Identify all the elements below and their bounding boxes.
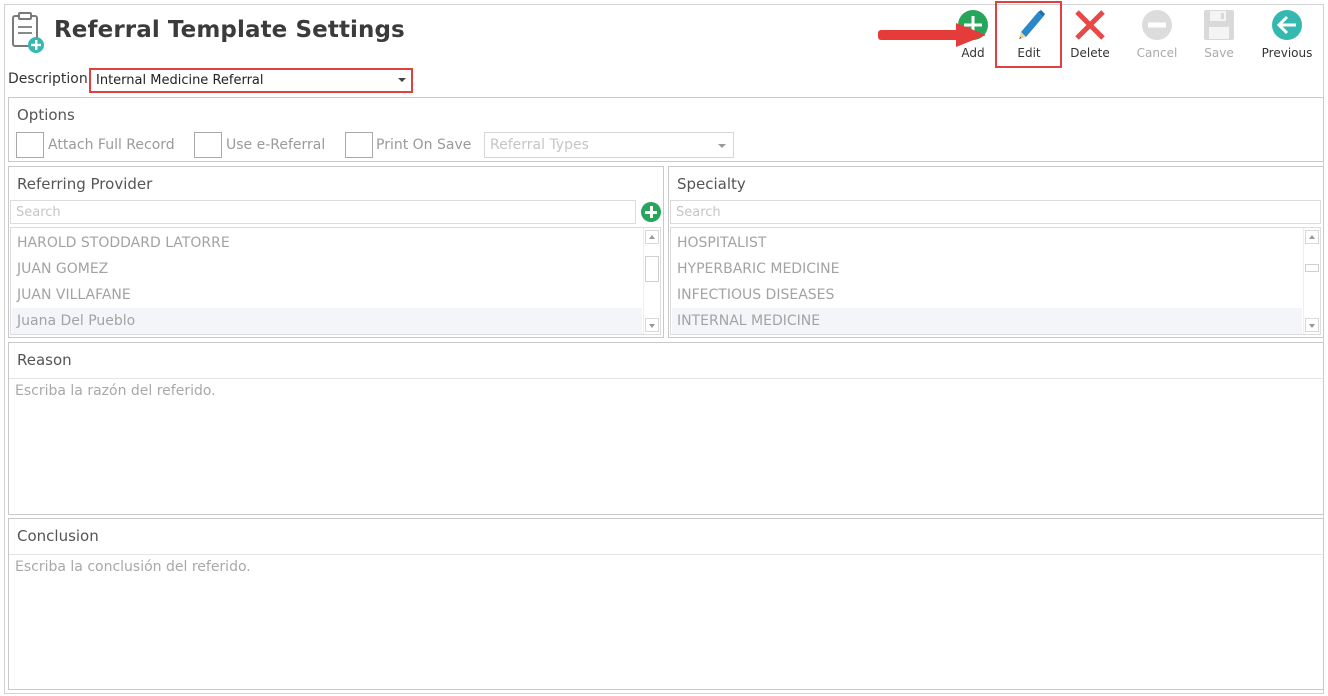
chevron-down-icon xyxy=(718,144,726,148)
list-item[interactable]: HAROLD STODDARD LATORRE xyxy=(12,230,642,256)
specialty-title: Specialty xyxy=(677,175,746,193)
cancel-label: Cancel xyxy=(1136,46,1178,60)
provider-name: Juana Del Pueblo xyxy=(17,313,136,329)
cancel-button[interactable]: Cancel xyxy=(1127,6,1187,62)
description-label: Description: xyxy=(8,71,93,87)
scroll-down-icon[interactable] xyxy=(645,318,659,332)
specialty-name: INFECTIOUS DISEASES xyxy=(677,287,835,303)
list-item[interactable]: JUAN VILLAFANE xyxy=(12,282,642,308)
reason-textarea[interactable]: Escriba la razón del referido. xyxy=(9,378,1323,514)
previous-button[interactable]: Previous xyxy=(1257,6,1317,62)
save-label: Save xyxy=(1204,46,1234,60)
reason-panel: Reason Escriba la razón del referido. xyxy=(8,342,1324,515)
referring-provider-title: Referring Provider xyxy=(17,175,153,193)
specialty-name: INTERNAL MEDICINE xyxy=(677,313,821,329)
edit-highlight xyxy=(995,1,1062,68)
scroll-thumb[interactable] xyxy=(645,256,659,282)
specialty-search-placeholder: Search xyxy=(676,205,721,220)
clipboard-add-icon xyxy=(12,12,44,53)
description-value: Internal Medicine Referral xyxy=(96,73,264,88)
description-select[interactable]: Internal Medicine Referral xyxy=(93,72,410,90)
attach-full-record-label: Attach Full Record xyxy=(48,137,175,153)
provider-name: JUAN GOMEZ xyxy=(17,261,109,277)
cancel-icon xyxy=(1142,10,1172,40)
page-title: Referral Template Settings xyxy=(54,17,405,43)
use-e-referral-checkbox[interactable] xyxy=(194,132,222,158)
specialty-name: HOSPITALIST xyxy=(677,235,767,251)
chevron-down-icon xyxy=(398,78,406,82)
floppy-disk-icon xyxy=(1204,10,1234,40)
scroll-thumb[interactable] xyxy=(1305,264,1319,272)
print-on-save-label: Print On Save xyxy=(376,137,472,153)
list-item[interactable]: HOSPITALIST xyxy=(672,230,1302,256)
specialty-list: HOSPITALIST HYPERBARIC MEDICINE INFECTIO… xyxy=(670,227,1321,335)
delete-label: Delete xyxy=(1070,46,1110,60)
list-item[interactable]: JUAN GOMEZ xyxy=(12,256,642,282)
specialty-name: HYPERBARIC MEDICINE xyxy=(677,261,840,277)
add-provider-icon[interactable] xyxy=(641,202,661,222)
specialty-search-input[interactable]: Search xyxy=(670,200,1321,224)
scroll-up-icon[interactable] xyxy=(645,230,659,244)
provider-search-input[interactable]: Search xyxy=(10,200,636,224)
referral-types-placeholder: Referral Types xyxy=(490,137,589,153)
conclusion-title: Conclusion xyxy=(17,527,99,545)
list-item[interactable]: HYPERBARIC MEDICINE xyxy=(672,256,1302,282)
specialty-scrollbar[interactable] xyxy=(1303,228,1319,334)
conclusion-placeholder: Escriba la conclusión del referido. xyxy=(15,559,251,575)
delete-button[interactable]: Delete xyxy=(1060,6,1120,62)
provider-scrollbar[interactable] xyxy=(643,228,659,334)
previous-label: Previous xyxy=(1261,46,1313,60)
attach-full-record-checkbox[interactable] xyxy=(16,132,44,158)
referral-types-select[interactable]: Referral Types xyxy=(484,132,734,158)
scroll-down-icon[interactable] xyxy=(1305,318,1319,332)
list-item[interactable]: INTERNAL MEDICINE xyxy=(672,308,1302,334)
save-button[interactable]: Save xyxy=(1189,6,1249,62)
pointer-arrow-icon xyxy=(878,23,986,47)
list-item[interactable]: INFECTIOUS DISEASES xyxy=(672,282,1302,308)
reason-placeholder: Escriba la razón del referido. xyxy=(15,383,216,399)
provider-name: JUAN VILLAFANE xyxy=(17,287,131,303)
conclusion-textarea[interactable]: Escriba la conclusión del referido. xyxy=(9,554,1323,689)
list-item[interactable]: Juana Del Pueblo xyxy=(12,308,642,334)
print-on-save-checkbox[interactable] xyxy=(345,132,373,158)
options-title: Options xyxy=(17,106,75,124)
add-label: Add xyxy=(961,46,985,60)
arrow-left-icon xyxy=(1272,10,1302,40)
use-e-referral-label: Use e-Referral xyxy=(226,137,326,153)
delete-x-icon xyxy=(1075,10,1105,40)
conclusion-panel: Conclusion Escriba la conclusión del ref… xyxy=(8,518,1324,690)
provider-list: HAROLD STODDARD LATORRE JUAN GOMEZ JUAN … xyxy=(10,227,661,335)
provider-name: HAROLD STODDARD LATORRE xyxy=(17,235,230,251)
scroll-up-icon[interactable] xyxy=(1305,230,1319,244)
reason-title: Reason xyxy=(17,351,72,369)
provider-search-placeholder: Search xyxy=(16,205,61,220)
